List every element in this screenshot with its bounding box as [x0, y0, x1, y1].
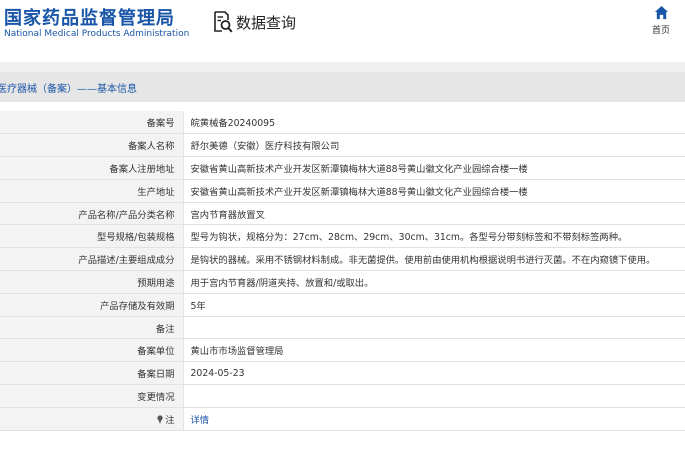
field-label-text: 型号规格/包装规格 — [96, 232, 175, 244]
field-value-text: 宫内节育器放置叉 — [190, 209, 265, 221]
field-label-text: 备案号 — [146, 118, 175, 130]
table-row: 备案号 皖黄械备20240095 — [0, 111, 685, 135]
field-value: 型号为钩状，规格分为：27cm、28cm、29cm、30cm、31cm。各型号分… — [183, 224, 685, 249]
field-label: 备案人注册地址 — [0, 156, 184, 180]
site-logo-chinese[interactable]: 国家药品监督管理局 — [4, 4, 175, 30]
field-label-text: 注 — [165, 414, 175, 426]
field-label: 产品描述/主要组成成分 — [0, 247, 184, 272]
magnifier-document-icon — [214, 11, 233, 33]
field-value: 安徽省黄山高新技术产业开发区新潭镇梅林大道88号黄山徽文化产业园综合楼一楼 — [183, 156, 685, 180]
field-value-text: 黄山市市场监督管理局 — [190, 346, 284, 358]
field-value-text: 5年 — [190, 300, 206, 312]
field-value: 2024-05-23 — [183, 361, 685, 386]
table-row: 备案人注册地址 安徽省黄山高新技术产业开发区新潭镇梅林大道88号黄山徽文化产业园综… — [0, 156, 685, 180]
field-value-text: 是钩状的器械。采用不锈钢材料制成。非无菌提供。使用前由使用机构根据说明书进行灭菌… — [190, 255, 656, 267]
field-value-text: 2024-05-23 — [190, 367, 245, 379]
field-label: 预期用途 — [0, 270, 184, 294]
table-row: 备案单位 黄山市市场监督管理局 — [0, 338, 685, 363]
field-label: 型号规格/包装规格 — [0, 224, 184, 249]
field-label: 变更情况 — [0, 384, 184, 408]
data-query-link[interactable]: 数据查询 — [213, 10, 296, 34]
field-label-text: 生产地址 — [137, 186, 175, 198]
field-label-text: 备案人名称 — [128, 141, 175, 153]
table-row: 注 详情 — [0, 407, 685, 431]
field-label-text: 产品存储及有效期 — [100, 300, 175, 312]
field-value-text: 安徽省黄山高新技术产业开发区新潭镇梅林大道88号黄山徽文化产业园综合楼一楼 — [190, 186, 528, 198]
field-label: 生产地址 — [0, 179, 184, 203]
table-row: 生产地址 安徽省黄山高新技术产业开发区新潭镇梅林大道88号黄山徽文化产业园综合楼一… — [0, 179, 685, 203]
details-link[interactable]: 详情 — [191, 415, 210, 426]
pin-icon — [157, 415, 163, 424]
detail-table: 备案号 皖黄械备20240095 备案人名称 舒尔美德（安徽）医疗科技有限公司备案人注… — [0, 111, 685, 431]
field-label: 产品存储及有效期 — [0, 293, 184, 317]
field-value: 皖黄械备20240095 — [183, 111, 685, 135]
field-label-text: 产品名称/产品分类名称 — [78, 209, 175, 221]
field-value-text: 型号为钩状，规格分为：27cm、28cm、29cm、30cm、31cm。各型号分… — [190, 232, 628, 244]
field-label-text: 备注 — [155, 323, 175, 335]
field-label-text: 备案单位 — [137, 346, 175, 358]
section-title: 医疗器械（备案）——基本信息 — [0, 83, 137, 95]
field-label-text: 备案人注册地址 — [109, 163, 175, 175]
site-header: 国家药品监督管理局 National Medical Products Admi… — [0, 0, 685, 58]
field-label: 备案单位 — [0, 338, 184, 363]
field-label: 注 — [0, 407, 184, 431]
field-value: 安徽省黄山高新技术产业开发区新潭镇梅林大道88号黄山徽文化产业园综合楼一楼 — [183, 179, 685, 203]
table-row: 变更情况 — [0, 384, 685, 408]
home-label: 首页 — [651, 26, 670, 36]
field-label: 备案人名称 — [0, 133, 184, 158]
field-value — [183, 384, 685, 408]
field-value: 详情 — [183, 407, 685, 431]
field-value: 宫内节育器放置叉 — [183, 202, 685, 226]
field-label-text: 预期用途 — [137, 277, 175, 289]
table-row: 产品名称/产品分类名称 宫内节育器放置叉 — [0, 202, 685, 226]
table-row: 型号规格/包装规格 型号为钩状，规格分为：27cm、28cm、29cm、30cm、… — [0, 224, 685, 249]
home-icon — [654, 5, 668, 20]
field-value-text: 皖黄械备20240095 — [190, 118, 276, 130]
table-row: 产品存储及有效期 5年 — [0, 293, 685, 317]
field-label: 产品名称/产品分类名称 — [0, 202, 184, 226]
field-value-text: 安徽省黄山高新技术产业开发区新潭镇梅林大道88号黄山徽文化产业园综合楼一楼 — [190, 163, 528, 175]
table-row: 备案人名称 舒尔美德（安徽）医疗科技有限公司 — [0, 133, 685, 158]
home-link[interactable]: 首页 — [645, 5, 677, 36]
table-row: 备案日期 2024-05-23 — [0, 361, 685, 386]
field-label-text: 备案日期 — [137, 369, 175, 381]
header-divider — [0, 62, 685, 72]
table-row: 备注 — [0, 316, 685, 340]
field-label: 备案号 — [0, 111, 184, 135]
field-value — [183, 316, 685, 340]
field-value: 用于宫内节育器/阴道夹持、放置和/或取出。 — [183, 270, 685, 294]
data-query-label: 数据查询 — [236, 13, 297, 32]
section-header: 医疗器械（备案）——基本信息 — [0, 72, 685, 102]
field-value: 黄山市市场监督管理局 — [183, 338, 685, 363]
field-label: 备注 — [0, 316, 184, 340]
field-label: 备案日期 — [0, 361, 184, 386]
table-row: 产品描述/主要组成成分 是钩状的器械。采用不锈钢材料制成。非无菌提供。使用前由使用… — [0, 247, 685, 272]
site-logo-english[interactable]: National Medical Products Administration — [4, 29, 189, 39]
field-value-text: 舒尔美德（安徽）医疗科技有限公司 — [190, 141, 340, 153]
field-label-text: 变更情况 — [137, 391, 175, 403]
field-value: 舒尔美德（安徽）医疗科技有限公司 — [183, 133, 685, 158]
field-value: 是钩状的器械。采用不锈钢材料制成。非无菌提供。使用前由使用机构根据说明书进行灭菌… — [183, 247, 685, 272]
table-row: 预期用途 用于宫内节育器/阴道夹持、放置和/或取出。 — [0, 270, 685, 294]
field-label-text: 产品描述/主要组成成分 — [78, 255, 175, 267]
field-value: 5年 — [183, 293, 685, 317]
field-value-text: 用于宫内节育器/阴道夹持、放置和/或取出。 — [190, 277, 374, 289]
